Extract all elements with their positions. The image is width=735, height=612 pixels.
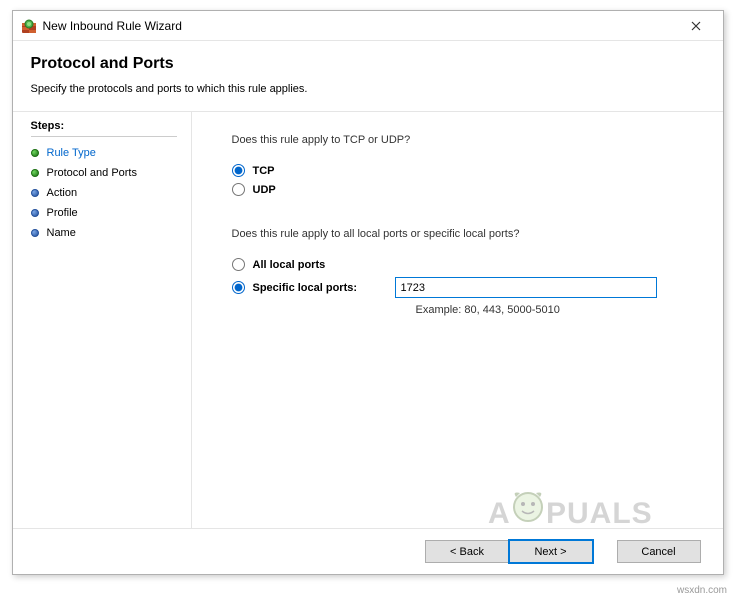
button-bar: < Back Next > Cancel — [13, 528, 723, 574]
radio-tcp-row[interactable]: TCP — [232, 164, 683, 177]
back-button[interactable]: < Back — [425, 540, 509, 563]
nav-button-group: < Back Next > — [425, 540, 593, 563]
close-icon — [691, 21, 701, 31]
wizard-window: New Inbound Rule Wizard Protocol and Por… — [12, 10, 724, 575]
step-bullet-icon — [31, 149, 39, 157]
radio-specific-ports-label: Specific local ports: — [253, 282, 395, 294]
question-ports: Does this rule apply to all local ports … — [232, 228, 683, 240]
radio-all-ports-row[interactable]: All local ports — [232, 258, 683, 271]
step-label: Rule Type — [47, 147, 96, 159]
radio-tcp-label: TCP — [253, 165, 275, 177]
page-title: Protocol and Ports — [31, 55, 705, 73]
radio-all-ports[interactable] — [232, 258, 245, 271]
page-subtitle: Specify the protocols and ports to which… — [31, 83, 705, 95]
question-protocol: Does this rule apply to TCP or UDP? — [232, 134, 683, 146]
radio-udp-label: UDP — [253, 184, 276, 196]
step-label: Protocol and Ports — [47, 167, 138, 179]
radio-udp[interactable] — [232, 183, 245, 196]
radio-all-ports-label: All local ports — [253, 259, 326, 271]
cancel-button[interactable]: Cancel — [617, 540, 701, 563]
body: Steps: Rule Type Protocol and Ports Acti… — [13, 112, 723, 528]
radio-specific-ports-row[interactable]: Specific local ports: — [232, 277, 683, 298]
title-bar: New Inbound Rule Wizard — [13, 11, 723, 41]
step-bullet-icon — [31, 229, 39, 237]
close-button[interactable] — [674, 12, 719, 40]
step-bullet-icon — [31, 209, 39, 217]
radio-udp-row[interactable]: UDP — [232, 183, 683, 196]
next-button[interactable]: Next > — [509, 540, 593, 563]
firewall-icon — [21, 18, 37, 34]
ports-example-text: Example: 80, 443, 5000-5010 — [416, 304, 683, 316]
step-profile[interactable]: Profile — [31, 203, 191, 223]
header: Protocol and Ports Specify the protocols… — [13, 41, 723, 105]
step-protocol-ports[interactable]: Protocol and Ports — [31, 163, 191, 183]
radio-specific-ports[interactable] — [232, 281, 245, 294]
step-action[interactable]: Action — [31, 183, 191, 203]
step-bullet-icon — [31, 189, 39, 197]
content-pane: Does this rule apply to TCP or UDP? TCP … — [191, 112, 723, 528]
radio-tcp[interactable] — [232, 164, 245, 177]
specific-ports-input[interactable] — [395, 277, 657, 298]
window-title: New Inbound Rule Wizard — [43, 19, 674, 33]
step-label: Profile — [47, 207, 78, 219]
step-rule-type[interactable]: Rule Type — [31, 143, 191, 163]
step-bullet-icon — [31, 169, 39, 177]
step-name[interactable]: Name — [31, 223, 191, 243]
steps-heading: Steps: — [31, 120, 177, 137]
step-label: Name — [47, 227, 76, 239]
step-label: Action — [47, 187, 78, 199]
source-footer: wsxdn.com — [677, 585, 727, 596]
steps-sidebar: Steps: Rule Type Protocol and Ports Acti… — [13, 112, 191, 528]
